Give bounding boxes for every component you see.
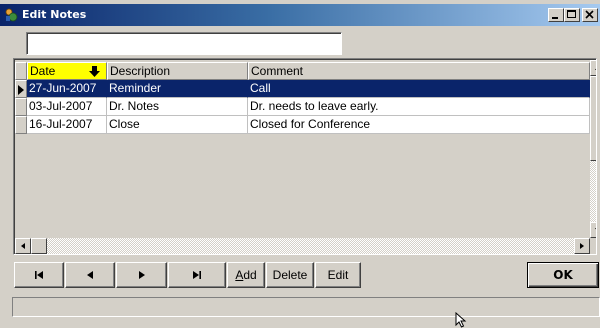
edit-notes-window: Edit Notes Date Description Comment 27-J… [0, 0, 600, 328]
minimize-button[interactable] [548, 8, 564, 22]
table-row[interactable]: 27-Jun-2007 Reminder Call [15, 80, 590, 98]
vertical-scrollbar[interactable] [590, 60, 596, 238]
previous-record-button[interactable] [65, 262, 115, 288]
scroll-right-arrow-icon [580, 243, 584, 249]
column-header-date[interactable]: Date [27, 62, 107, 80]
column-header-date-label: Date [30, 64, 56, 78]
first-record-button[interactable] [14, 262, 64, 288]
row-indicator[interactable] [15, 116, 27, 134]
table-row[interactable]: 16-Jul-2007 Close Closed for Conference [15, 116, 590, 134]
edit-button[interactable]: Edit [315, 262, 361, 288]
notes-grid[interactable]: Date Description Comment 27-Jun-2007 Rem… [13, 58, 597, 255]
ok-button[interactable]: OK [527, 262, 599, 288]
scroll-down-arrow-icon [595, 228, 596, 230]
next-record-button[interactable] [116, 262, 167, 288]
notes-app-icon[interactable] [3, 7, 19, 23]
current-row-pointer-icon [18, 85, 24, 95]
header-indicator-cell [15, 62, 27, 80]
first-record-icon [35, 271, 43, 279]
scroll-left-arrow-icon [21, 243, 25, 249]
filter-input[interactable] [26, 32, 342, 55]
maximize-icon [567, 10, 576, 18]
last-record-button[interactable] [168, 262, 226, 288]
cell-date[interactable]: 16-Jul-2007 [27, 116, 107, 134]
cell-description[interactable]: Dr. Notes [107, 98, 248, 116]
cell-comment[interactable]: Closed for Conference [248, 116, 590, 134]
scroll-up-arrow-icon [595, 68, 596, 70]
previous-record-icon [87, 271, 93, 279]
next-record-icon [138, 271, 145, 279]
cell-description[interactable]: Reminder [107, 80, 248, 98]
scroll-down-button[interactable] [590, 222, 596, 238]
minimize-icon [552, 17, 558, 19]
column-header-comment[interactable]: Comment [248, 62, 590, 80]
grid-header: Date Description Comment [15, 62, 590, 80]
cell-date[interactable]: 27-Jun-2007 [27, 80, 107, 98]
scrollbar-corner [590, 238, 596, 254]
table-row[interactable]: 03-Jul-2007 Dr. Notes Dr. needs to leave… [15, 98, 590, 116]
grid-viewport: Date Description Comment 27-Jun-2007 Rem… [15, 60, 590, 238]
delete-button[interactable]: Delete [266, 262, 314, 288]
close-icon [585, 10, 594, 19]
column-header-description[interactable]: Description [107, 62, 248, 80]
last-record-icon [193, 271, 201, 279]
scroll-up-button[interactable] [590, 60, 596, 76]
add-button[interactable]: Add [227, 262, 265, 288]
window-title: Edit Notes [22, 8, 87, 21]
horizontal-scroll-thumb[interactable] [31, 238, 47, 254]
vertical-scroll-thumb[interactable] [590, 76, 596, 161]
scroll-right-button[interactable] [574, 238, 590, 254]
cell-date[interactable]: 03-Jul-2007 [27, 98, 107, 116]
row-indicator[interactable] [15, 98, 27, 116]
scroll-left-button[interactable] [15, 238, 31, 254]
status-bar [12, 297, 600, 317]
title-bar[interactable]: Edit Notes [0, 4, 600, 26]
add-button-label-rest: dd [243, 268, 257, 282]
sort-descending-icon [89, 66, 100, 77]
row-indicator[interactable] [15, 80, 27, 98]
close-button[interactable] [582, 8, 598, 22]
cell-comment[interactable]: Call [248, 80, 590, 98]
horizontal-scrollbar[interactable] [15, 238, 590, 254]
cell-comment[interactable]: Dr. needs to leave early. [248, 98, 590, 116]
mouse-pointer-icon [455, 312, 467, 328]
cell-description[interactable]: Close [107, 116, 248, 134]
maximize-button[interactable] [564, 8, 580, 22]
